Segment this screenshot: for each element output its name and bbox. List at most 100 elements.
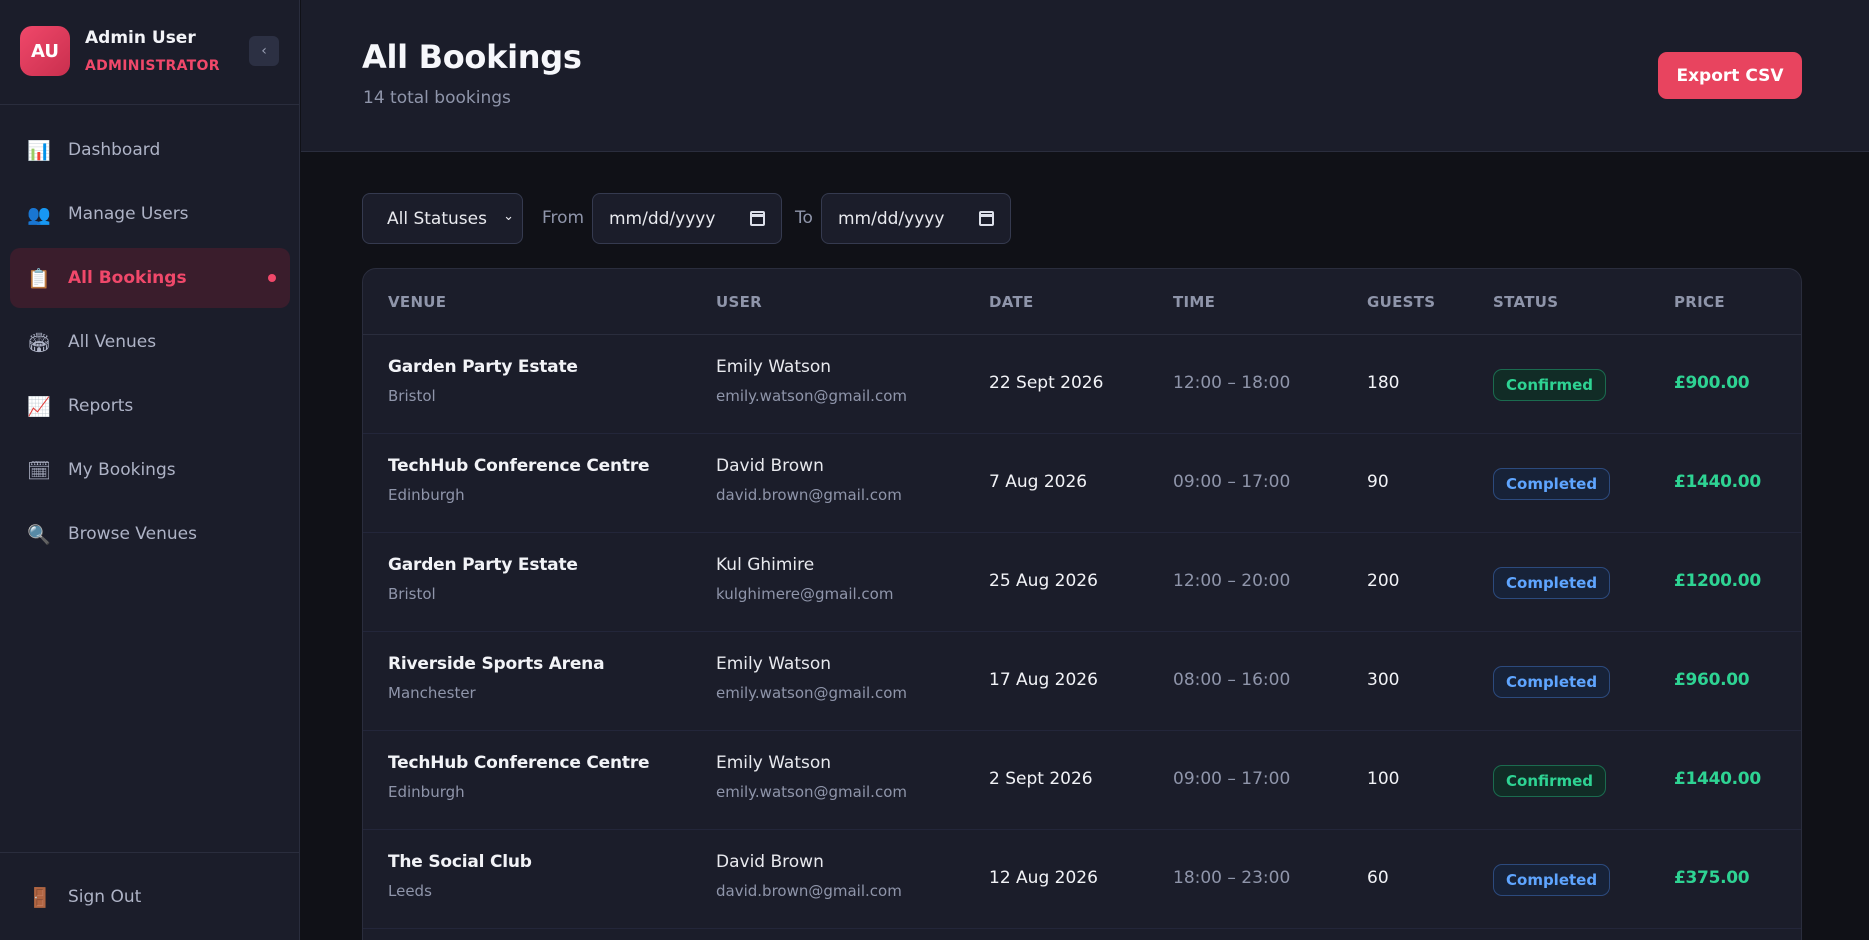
sign-out-button[interactable]: 🚪 Sign Out — [10, 867, 290, 927]
status-filter-select[interactable]: All Statuses ⌄ — [362, 193, 523, 244]
export-csv-button[interactable]: Export CSV — [1658, 52, 1802, 99]
venue-cell: Riverside Sports Arena Manchester — [388, 654, 605, 702]
to-date-input[interactable]: mm/dd/yyyy — [821, 193, 1011, 244]
table-row[interactable]: Riverside Sports Arena Manchester Emily Wa… — [363, 632, 1801, 731]
user-cell: Kul Ghimire kulghimere@gmail.com — [716, 555, 893, 603]
sidebar-item-browse-venues[interactable]: 🔍 Browse Venues — [10, 504, 290, 564]
calendar-icon[interactable] — [979, 211, 994, 226]
status-badge: Confirmed — [1493, 765, 1607, 797]
user-cell: David Brown david.brown@gmail.com — [716, 852, 902, 900]
booking-date: 17 Aug 2026 — [989, 670, 1098, 690]
venue-city: Leeds — [388, 882, 432, 900]
sidebar-item-manage-users[interactable]: 👥 Manage Users — [10, 184, 290, 244]
to-label: To — [795, 208, 813, 228]
booking-price: £1440.00 — [1674, 769, 1761, 789]
sidebar-item-label: Manage Users — [68, 204, 189, 224]
booking-time: 09:00 – 17:00 — [1173, 769, 1291, 789]
venue-city: Edinburgh — [388, 783, 465, 801]
column-header-date[interactable]: DATE — [989, 293, 1034, 311]
booking-price: £900.00 — [1674, 373, 1750, 393]
table-row[interactable]: The Social Club Leeds David Brown david.bro… — [363, 830, 1801, 929]
status-cell: Confirmed — [1493, 369, 1607, 401]
status-badge: Completed — [1493, 567, 1611, 599]
booking-price: £960.00 — [1674, 670, 1750, 690]
user-name: David Brown — [716, 852, 824, 872]
user-name: David Brown — [716, 456, 824, 476]
sidebar-item-label: All Venues — [68, 332, 157, 352]
sidebar-footer: 🚪 Sign Out — [0, 852, 300, 940]
booking-time: 09:00 – 17:00 — [1173, 472, 1291, 492]
booking-time: 12:00 – 18:00 — [1173, 373, 1291, 393]
table-row[interactable]: Garden Party Estate Bristol Kul Ghimire kul… — [363, 533, 1801, 632]
table-header: VENUE USER DATE TIME GUESTS STATUS PRICE — [363, 269, 1801, 335]
from-date-input[interactable]: mm/dd/yyyy — [592, 193, 782, 244]
trend-chart-icon: 📈 — [27, 395, 51, 418]
sidebar-item-reports[interactable]: 📈 Reports — [10, 376, 290, 436]
venue-cell: Garden Party Estate Bristol — [388, 555, 578, 603]
venue-city: Manchester — [388, 684, 476, 702]
table-row[interactable]: TechHub Conference Centre Edinburgh Emily … — [363, 731, 1801, 830]
guest-count: 300 — [1367, 670, 1400, 690]
users-icon: 👥 — [27, 203, 51, 226]
magnifier-icon: 🔍 — [27, 523, 51, 546]
from-label: From — [542, 208, 585, 228]
user-name: Emily Watson — [716, 753, 832, 773]
guest-count: 200 — [1367, 571, 1400, 591]
sidebar-item-label: Reports — [68, 396, 134, 416]
venue-cell: Garden Party Estate Bristol — [388, 357, 578, 405]
booking-price: £1200.00 — [1674, 571, 1761, 591]
booking-date: 7 Aug 2026 — [989, 472, 1088, 492]
sidebar-item-my-bookings[interactable]: 🗓 My Bookings — [10, 440, 290, 500]
table-row[interactable]: TechHub Conference Centre Edinburgh David … — [363, 434, 1801, 533]
chevron-down-icon: ⌄ — [503, 209, 514, 224]
user-cell: Emily Watson emily.watson@gmail.com — [716, 654, 907, 702]
chart-icon: 📊 — [27, 139, 51, 162]
sidebar-item-label: Dashboard — [68, 140, 161, 160]
user-name: Kul Ghimire — [716, 555, 815, 575]
sidebar-item-all-venues[interactable]: 🏟 All Venues — [10, 312, 290, 372]
stadium-icon: 🏟 — [26, 331, 52, 354]
sidebar-item-label: My Bookings — [68, 460, 176, 480]
status-cell: Completed — [1493, 567, 1611, 599]
user-email: kulghimere@gmail.com — [716, 585, 894, 603]
column-header-venue[interactable]: VENUE — [388, 293, 446, 311]
filters-bar: All Statuses ⌄ From mm/dd/yyyy To mm/dd/… — [362, 193, 1062, 244]
status-cell: Completed — [1493, 468, 1611, 500]
status-badge: Completed — [1493, 666, 1611, 698]
door-icon: 🚪 — [28, 886, 52, 909]
user-cell: Emily Watson emily.watson@gmail.com — [716, 357, 907, 405]
column-header-price[interactable]: PRICE — [1674, 293, 1725, 311]
column-header-guests[interactable]: GUESTS — [1367, 293, 1435, 311]
status-cell: Confirmed — [1493, 765, 1607, 797]
user-email: david.brown@gmail.com — [716, 882, 902, 900]
profile-role: ADMINISTRATOR — [85, 58, 220, 74]
page-header: All Bookings 14 total bookings Export CS… — [301, 0, 1869, 152]
booking-time: 18:00 – 23:00 — [1173, 868, 1291, 888]
calendar-icon: 🗓 — [26, 459, 52, 482]
profile-name: Admin User — [85, 28, 196, 48]
sidebar-item-label: Browse Venues — [68, 524, 197, 544]
status-badge: Confirmed — [1493, 369, 1607, 401]
venue-cell: TechHub Conference Centre Edinburgh — [388, 456, 650, 504]
avatar: AU — [20, 26, 70, 76]
collapse-sidebar-button[interactable]: ‹ — [249, 36, 279, 66]
column-header-status[interactable]: STATUS — [1493, 293, 1558, 311]
sidebar-item-all-bookings[interactable]: 📋 All Bookings — [10, 248, 290, 308]
booking-price: £375.00 — [1674, 868, 1750, 888]
booking-time: 08:00 – 16:00 — [1173, 670, 1291, 690]
page-subtitle: 14 total bookings — [363, 88, 511, 108]
sign-out-label: Sign Out — [68, 887, 142, 907]
column-header-time[interactable]: TIME — [1173, 293, 1215, 311]
venue-cell: The Social Club Leeds — [388, 852, 532, 900]
status-filter-value: All Statuses — [387, 208, 487, 229]
column-header-user[interactable]: USER — [716, 293, 762, 311]
user-name: Emily Watson — [716, 654, 832, 674]
sidebar-item-dashboard[interactable]: 📊 Dashboard — [10, 120, 290, 180]
clipboard-icon: 📋 — [27, 267, 51, 290]
guest-count: 100 — [1367, 769, 1400, 789]
user-email: david.brown@gmail.com — [716, 486, 902, 504]
user-cell: David Brown david.brown@gmail.com — [716, 456, 902, 504]
user-cell: Emily Watson emily.watson@gmail.com — [716, 753, 907, 801]
calendar-icon[interactable] — [750, 211, 765, 226]
table-row[interactable]: Garden Party Estate Bristol Emily Watson em… — [363, 335, 1801, 434]
